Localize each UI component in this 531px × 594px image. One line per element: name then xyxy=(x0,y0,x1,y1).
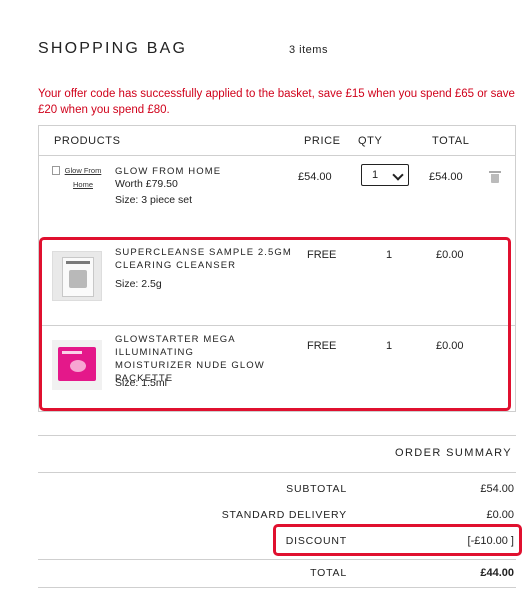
discount-highlight xyxy=(273,524,522,556)
order-summary-title: ORDER SUMMARY xyxy=(395,447,513,459)
total-label: TOTAL xyxy=(310,567,347,579)
page-title: SHOPPING BAG xyxy=(38,40,188,57)
product-price: £54.00 xyxy=(298,171,332,183)
items-count: 3 items xyxy=(289,44,328,56)
subtotal-value: £54.00 xyxy=(480,483,514,495)
column-header-products: PRODUCTS xyxy=(54,135,121,147)
total-value: £44.00 xyxy=(480,567,514,579)
chevron-down-icon xyxy=(392,169,404,181)
subtotal-label: SUBTOTAL xyxy=(286,483,347,495)
product-image-alt: Glow From Home xyxy=(64,166,102,189)
column-header-price: PRICE xyxy=(304,135,341,147)
product-total: £54.00 xyxy=(429,171,463,183)
delivery-value: £0.00 xyxy=(486,509,514,521)
summary-divider xyxy=(38,472,516,473)
column-header-qty: QTY xyxy=(358,135,383,147)
trash-icon[interactable] xyxy=(489,171,501,183)
quantity-select[interactable]: 1 xyxy=(361,164,409,186)
product-worth: Worth £79.50 xyxy=(115,178,178,190)
summary-top-divider xyxy=(38,435,516,436)
product-size: Size: 3 piece set xyxy=(115,194,193,206)
quantity-value: 1 xyxy=(372,169,379,181)
free-items-highlight xyxy=(39,237,511,411)
broken-image-icon xyxy=(52,166,60,175)
summary-total-divider xyxy=(38,559,516,560)
column-header-total: TOTAL xyxy=(432,135,470,147)
summary-bottom-divider xyxy=(38,587,516,588)
product-image-link[interactable]: Glow From Home xyxy=(52,164,102,214)
cart-row-glow-from-home: Glow From Home GLOW FROM HOME Worth £79.… xyxy=(39,156,515,236)
offer-code-message: Your offer code has successfully applied… xyxy=(38,88,515,116)
delivery-label: STANDARD DELIVERY xyxy=(221,509,347,521)
